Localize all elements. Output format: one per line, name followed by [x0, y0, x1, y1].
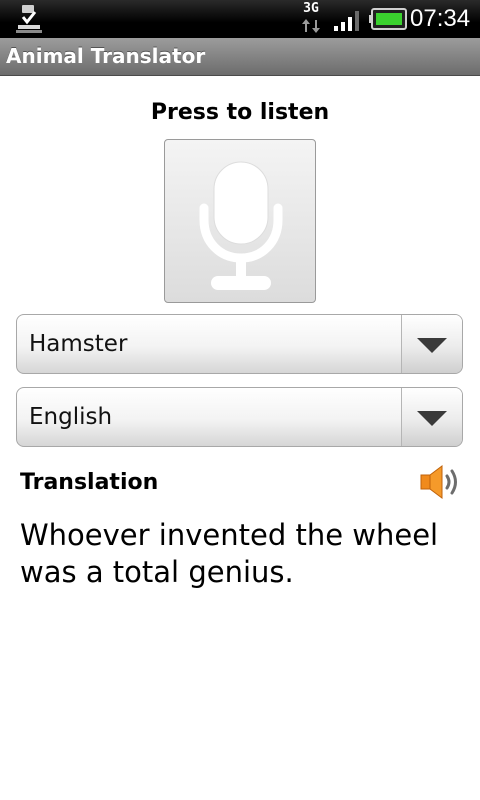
language-spinner-dropdown[interactable] [401, 388, 462, 446]
language-spinner[interactable]: English [16, 387, 463, 447]
app-title: Animal Translator [6, 44, 206, 68]
title-bar: Animal Translator [0, 38, 480, 76]
listen-label: Press to listen [150, 100, 330, 125]
speaker-icon[interactable] [418, 462, 464, 502]
download-complete-icon[interactable] [14, 3, 44, 35]
language-selected-value: English [29, 404, 113, 430]
status-time: 07:34 [410, 5, 471, 32]
signal-icon [334, 8, 364, 32]
translation-text: Whoever invented the wheel was a total g… [20, 518, 439, 589]
translation-heading: Translation [20, 470, 159, 495]
network-type-label: 3G [303, 1, 319, 16]
animal-spinner-dropdown[interactable] [401, 315, 462, 373]
animal-selected-value: Hamster [29, 331, 128, 357]
battery-icon [369, 8, 407, 30]
chevron-down-icon [417, 338, 447, 353]
microphone-icon [199, 161, 283, 290]
listen-button[interactable] [164, 139, 316, 303]
data-3g-icon: 3G [299, 2, 323, 36]
chevron-down-icon [417, 411, 447, 426]
animal-spinner[interactable]: Hamster [16, 314, 463, 374]
status-bar: 3G 07:34 [0, 0, 480, 38]
